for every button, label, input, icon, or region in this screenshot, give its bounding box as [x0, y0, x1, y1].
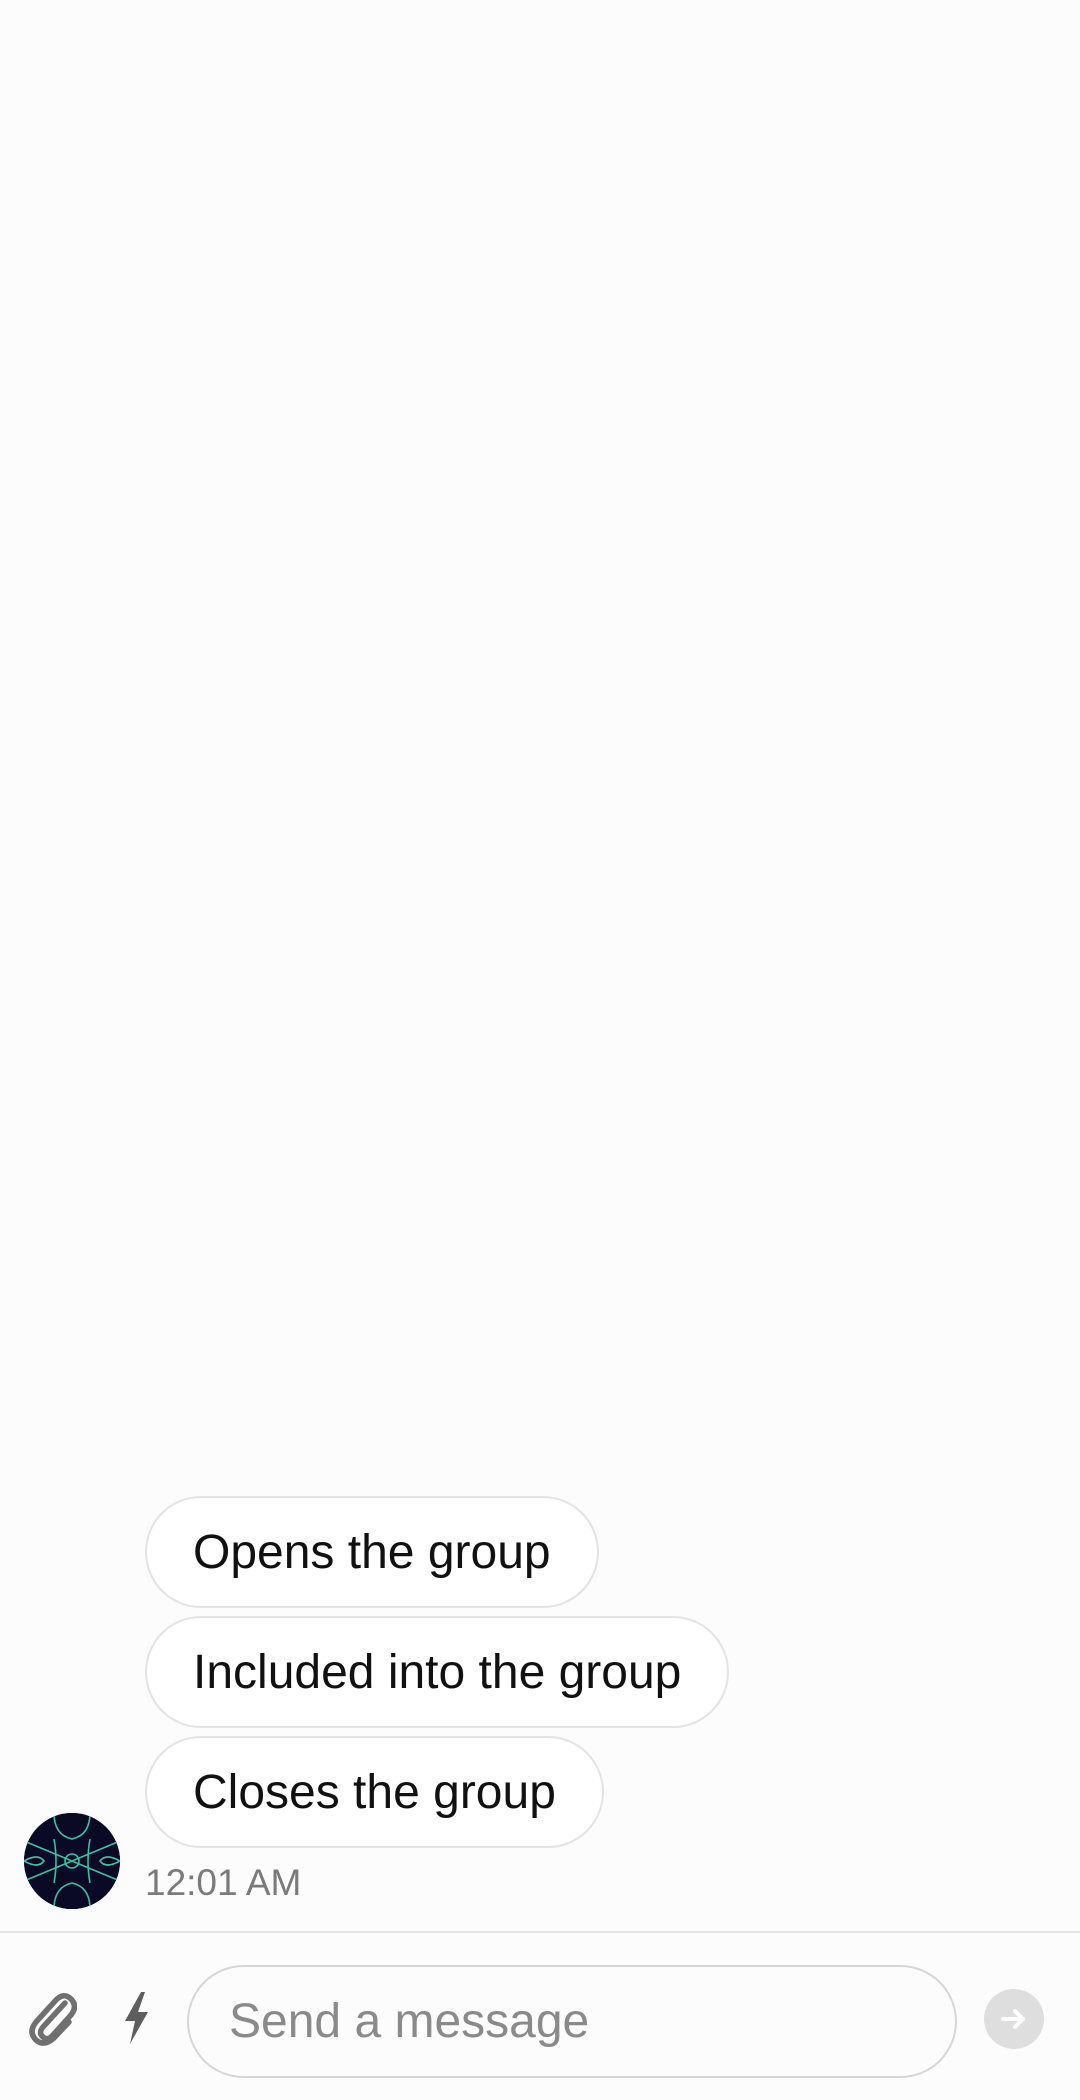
quick-reply-label: Opens the group [193, 1525, 551, 1579]
message-composer [0, 1931, 1080, 2100]
message-input-container [187, 1965, 957, 2078]
attach-button[interactable] [22, 1983, 82, 2053]
quick-reply-opens-group[interactable]: Opens the group [145, 1496, 599, 1608]
quick-reply-included-group[interactable]: Included into the group [145, 1616, 730, 1728]
bot-avatar [24, 1813, 120, 1909]
arrow-right-icon [1001, 2009, 1025, 2029]
chat-screen: Opens the group Included into the group … [0, 0, 1080, 2100]
bot-avatar-pattern-icon [24, 1813, 120, 1909]
message-input[interactable] [189, 1967, 955, 2076]
paperclip-icon [29, 1993, 77, 2046]
quick-actions-button[interactable] [112, 1985, 160, 2051]
message-timestamp: 12:01 AM [145, 1862, 302, 1903]
quick-reply-closes-group[interactable]: Closes the group [145, 1736, 604, 1848]
lightning-bolt-icon [125, 1992, 148, 2044]
message-list[interactable]: Opens the group Included into the group … [0, 0, 1080, 1930]
send-button[interactable] [984, 1989, 1044, 2049]
quick-reply-label: Closes the group [193, 1765, 556, 1819]
quick-reply-label: Included into the group [193, 1645, 682, 1699]
